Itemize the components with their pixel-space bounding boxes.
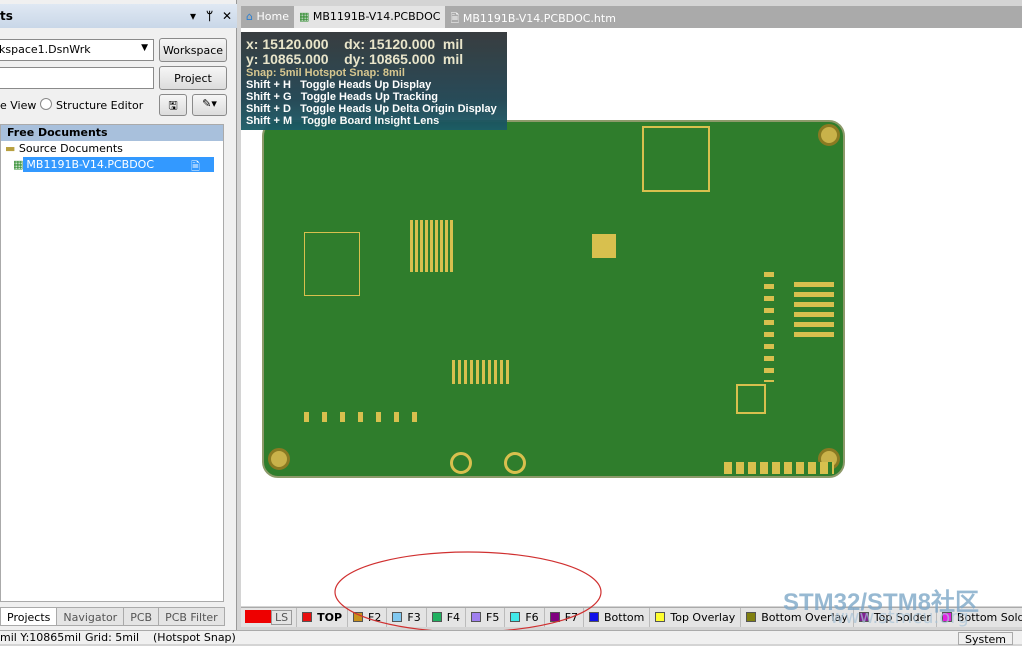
- tab-label: Home: [256, 10, 289, 23]
- ic-footprint: [642, 126, 710, 192]
- layer-tab-top-overlay[interactable]: Top Overlay: [650, 608, 742, 627]
- compile-button[interactable]: 🖫: [159, 94, 187, 116]
- structure-editor-radio[interactable]: [40, 98, 52, 110]
- hud-shortcut: Shift + D Toggle Heads Up Delta Origin D…: [246, 103, 497, 115]
- pcb-board[interactable]: [262, 120, 845, 478]
- layer-label: Top Overlay: [670, 611, 736, 624]
- status-coordinates: mil Y:10865mil: [0, 631, 82, 644]
- chevron-down-icon: ▼: [141, 43, 148, 53]
- hud-x-coordinate: x: 15120.000 dx: 15120.000 mil: [246, 36, 464, 52]
- via-pad: [450, 452, 472, 474]
- tree-label: MB1191B-V14.PCBDOC: [23, 157, 214, 172]
- hud-shortcut: Shift + M Toggle Board Insight Lens: [246, 115, 440, 127]
- hud-shortcut: Shift + G Toggle Heads Up Tracking: [246, 91, 439, 103]
- tab-label: MB1191B-V14.PCBDOC.htm: [462, 12, 616, 25]
- tree-label: Source Documents: [18, 142, 123, 155]
- watermark-url: www.stmcu.org: [830, 607, 969, 628]
- pad-row: [304, 412, 424, 422]
- tab-pcb[interactable]: PCB: [123, 607, 160, 626]
- document-icon: 🗎: [191, 160, 200, 173]
- pad-row: [724, 462, 834, 474]
- connector-footprint: [452, 360, 512, 384]
- status-grid: Grid: 5mil: [85, 631, 140, 644]
- annotation-ellipse: [334, 551, 602, 633]
- tab-projects[interactable]: Projects: [0, 607, 58, 626]
- hud-snap: Snap: 5mil Hotspot Snap: 8mil: [246, 67, 405, 79]
- projects-panel: ts ▾ ᛘ ✕ kspace1.DsnWrk ▼ Workspace Proj…: [0, 0, 237, 630]
- document-tabs: ⌂ Home ▦ MB1191B-V14.PCBDOC 🗎 MB1191B-V14.…: [241, 6, 1022, 28]
- ic-footprint: [304, 232, 360, 296]
- tab-pcb-filter[interactable]: PCB Filter: [158, 607, 225, 626]
- layer-color-swatch: [746, 612, 757, 622]
- project-button[interactable]: Project: [159, 66, 227, 90]
- via-pad: [504, 452, 526, 474]
- tab-pcbdoc-htm[interactable]: 🗎 MB1191B-V14.PCBDOC.htm: [445, 6, 620, 28]
- panel-header: ts ▾ ᛘ ✕: [0, 4, 237, 28]
- tab-home[interactable]: ⌂ Home: [241, 6, 294, 28]
- mounting-hole: [818, 124, 840, 146]
- tab-label: MB1191B-V14.PCBDOC: [312, 10, 441, 23]
- tree-item-free-documents[interactable]: Free Documents: [1, 125, 223, 141]
- status-bar: mil Y:10865mil Grid: 5mil (Hotspot Snap)…: [0, 630, 1022, 646]
- structure-editor-label: Structure Editor: [56, 99, 144, 112]
- ic-footprint: [736, 384, 766, 414]
- project-combo[interactable]: [0, 67, 154, 89]
- ic-pad: [592, 234, 616, 258]
- workspace-button[interactable]: Workspace: [159, 38, 227, 62]
- pin-icon[interactable]: ᛘ: [206, 9, 213, 23]
- pad-array: [794, 282, 834, 342]
- tree-label: Free Documents: [7, 126, 108, 139]
- hud-y-coordinate: y: 10865.000 dy: 10865.000 mil: [246, 51, 464, 67]
- panel-menu-icon[interactable]: ▾: [190, 9, 196, 23]
- pad-column: [764, 272, 774, 382]
- document-options-button[interactable]: ✎▾: [192, 94, 227, 116]
- project-tree: Free Documents ▬ Source Documents ▦ MB119…: [0, 124, 224, 602]
- tree-item-source-documents[interactable]: ▬ Source Documents: [1, 141, 223, 157]
- folder-icon: ▬: [5, 142, 16, 155]
- close-icon[interactable]: ✕: [222, 9, 232, 23]
- pcb-file-icon: ▦: [13, 158, 24, 171]
- tree-item-pcbdoc[interactable]: ▦ MB1191B-V14.PCBDOC 🗎: [1, 157, 223, 173]
- browser-file-icon: 🗎: [450, 12, 460, 25]
- pcb-file-icon: ▦: [298, 10, 310, 23]
- file-view-label: e View: [0, 99, 37, 112]
- current-layer-swatch: [245, 610, 271, 623]
- panel-tabs: Projects Navigator PCB PCB Filter: [0, 607, 237, 627]
- layer-color-swatch: [302, 612, 313, 622]
- layer-set-button[interactable]: LS: [241, 608, 298, 627]
- ls-label: LS: [271, 610, 293, 625]
- status-snap: (Hotspot Snap): [153, 631, 236, 644]
- bga-footprint: [410, 220, 454, 272]
- panel-title: ts: [0, 9, 13, 23]
- tab-pcbdoc[interactable]: ▦ MB1191B-V14.PCBDOC: [293, 6, 446, 28]
- file-view-radio[interactable]: e View: [0, 99, 36, 112]
- system-button[interactable]: System: [958, 632, 1014, 646]
- home-icon: ⌂: [246, 10, 253, 23]
- heads-up-display: x: 15120.000 dx: 15120.000 mil y: 10865.…: [241, 32, 507, 130]
- red-circle-annotation: [334, 551, 602, 633]
- tab-navigator[interactable]: Navigator: [56, 607, 125, 626]
- mounting-hole: [268, 448, 290, 470]
- layer-label: Bottom: [604, 611, 645, 624]
- layer-color-swatch: [655, 612, 666, 622]
- workspace-combo[interactable]: kspace1.DsnWrk ▼: [0, 39, 154, 61]
- workspace-combo-value: kspace1.DsnWrk: [0, 43, 91, 56]
- hud-shortcut: Shift + H Toggle Heads Up Display: [246, 79, 432, 91]
